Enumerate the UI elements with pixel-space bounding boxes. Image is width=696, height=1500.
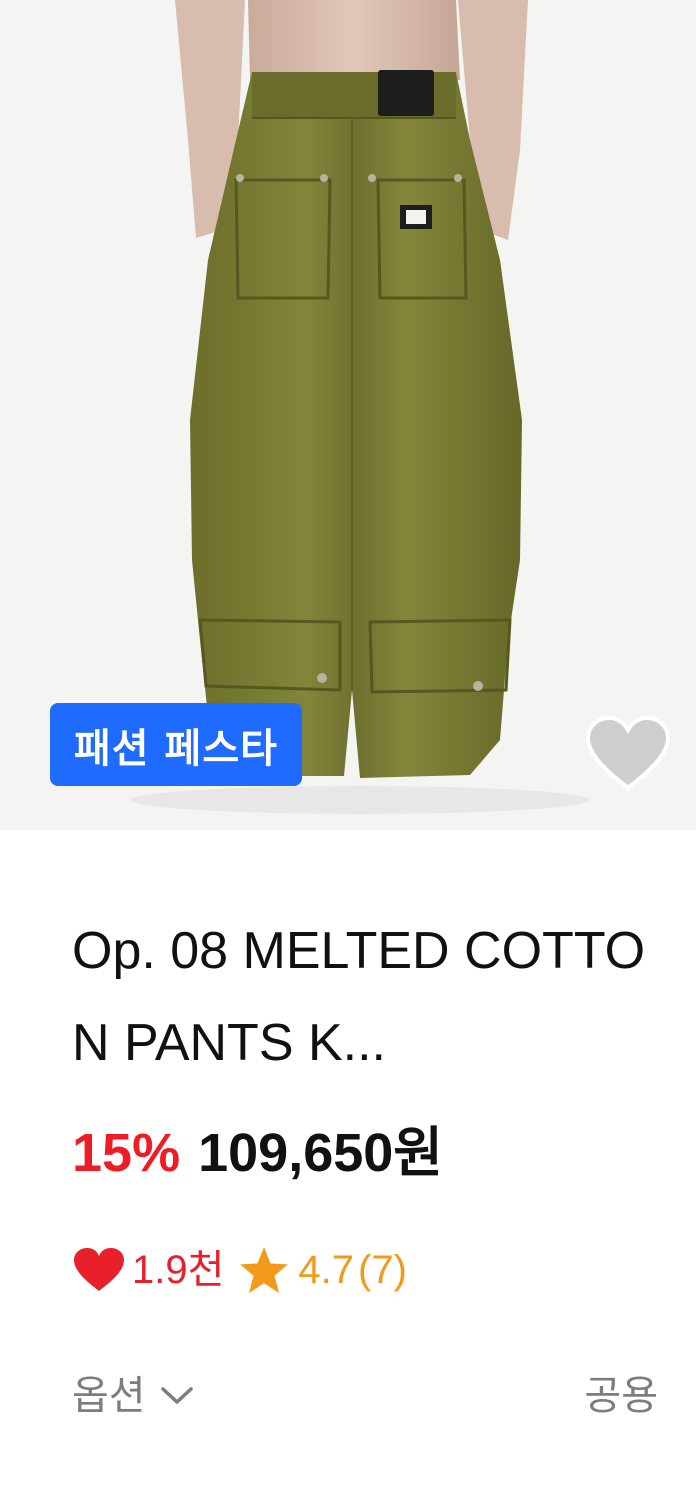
heart-icon xyxy=(72,1246,126,1294)
rating-value: 4.7 xyxy=(298,1248,355,1292)
option-label: 옵션 xyxy=(72,1373,146,1419)
wishlist-heart-icon[interactable] xyxy=(584,714,672,794)
product-image[interactable]: 패션 페스타 xyxy=(0,0,696,830)
discount-rate: 15% xyxy=(72,1123,181,1183)
star-icon xyxy=(238,1245,290,1295)
like-count: 1.9천 xyxy=(132,1248,225,1292)
sale-price: 109,650원 xyxy=(198,1123,443,1183)
promo-badge: 패션 페스타 xyxy=(50,703,302,786)
chevron-down-icon xyxy=(160,1385,194,1407)
option-dropdown[interactable]: 옵션 xyxy=(72,1366,194,1426)
review-count[interactable]: (7) xyxy=(358,1240,407,1300)
stats-row: 1.9천 4.7 (7) xyxy=(72,1240,407,1300)
price-row: 15% 109,650원 xyxy=(72,1118,443,1188)
gender-label: 공용 xyxy=(584,1373,658,1419)
product-title[interactable]: Op. 08 MELTED COTTON PANTS K... xyxy=(72,905,652,1089)
